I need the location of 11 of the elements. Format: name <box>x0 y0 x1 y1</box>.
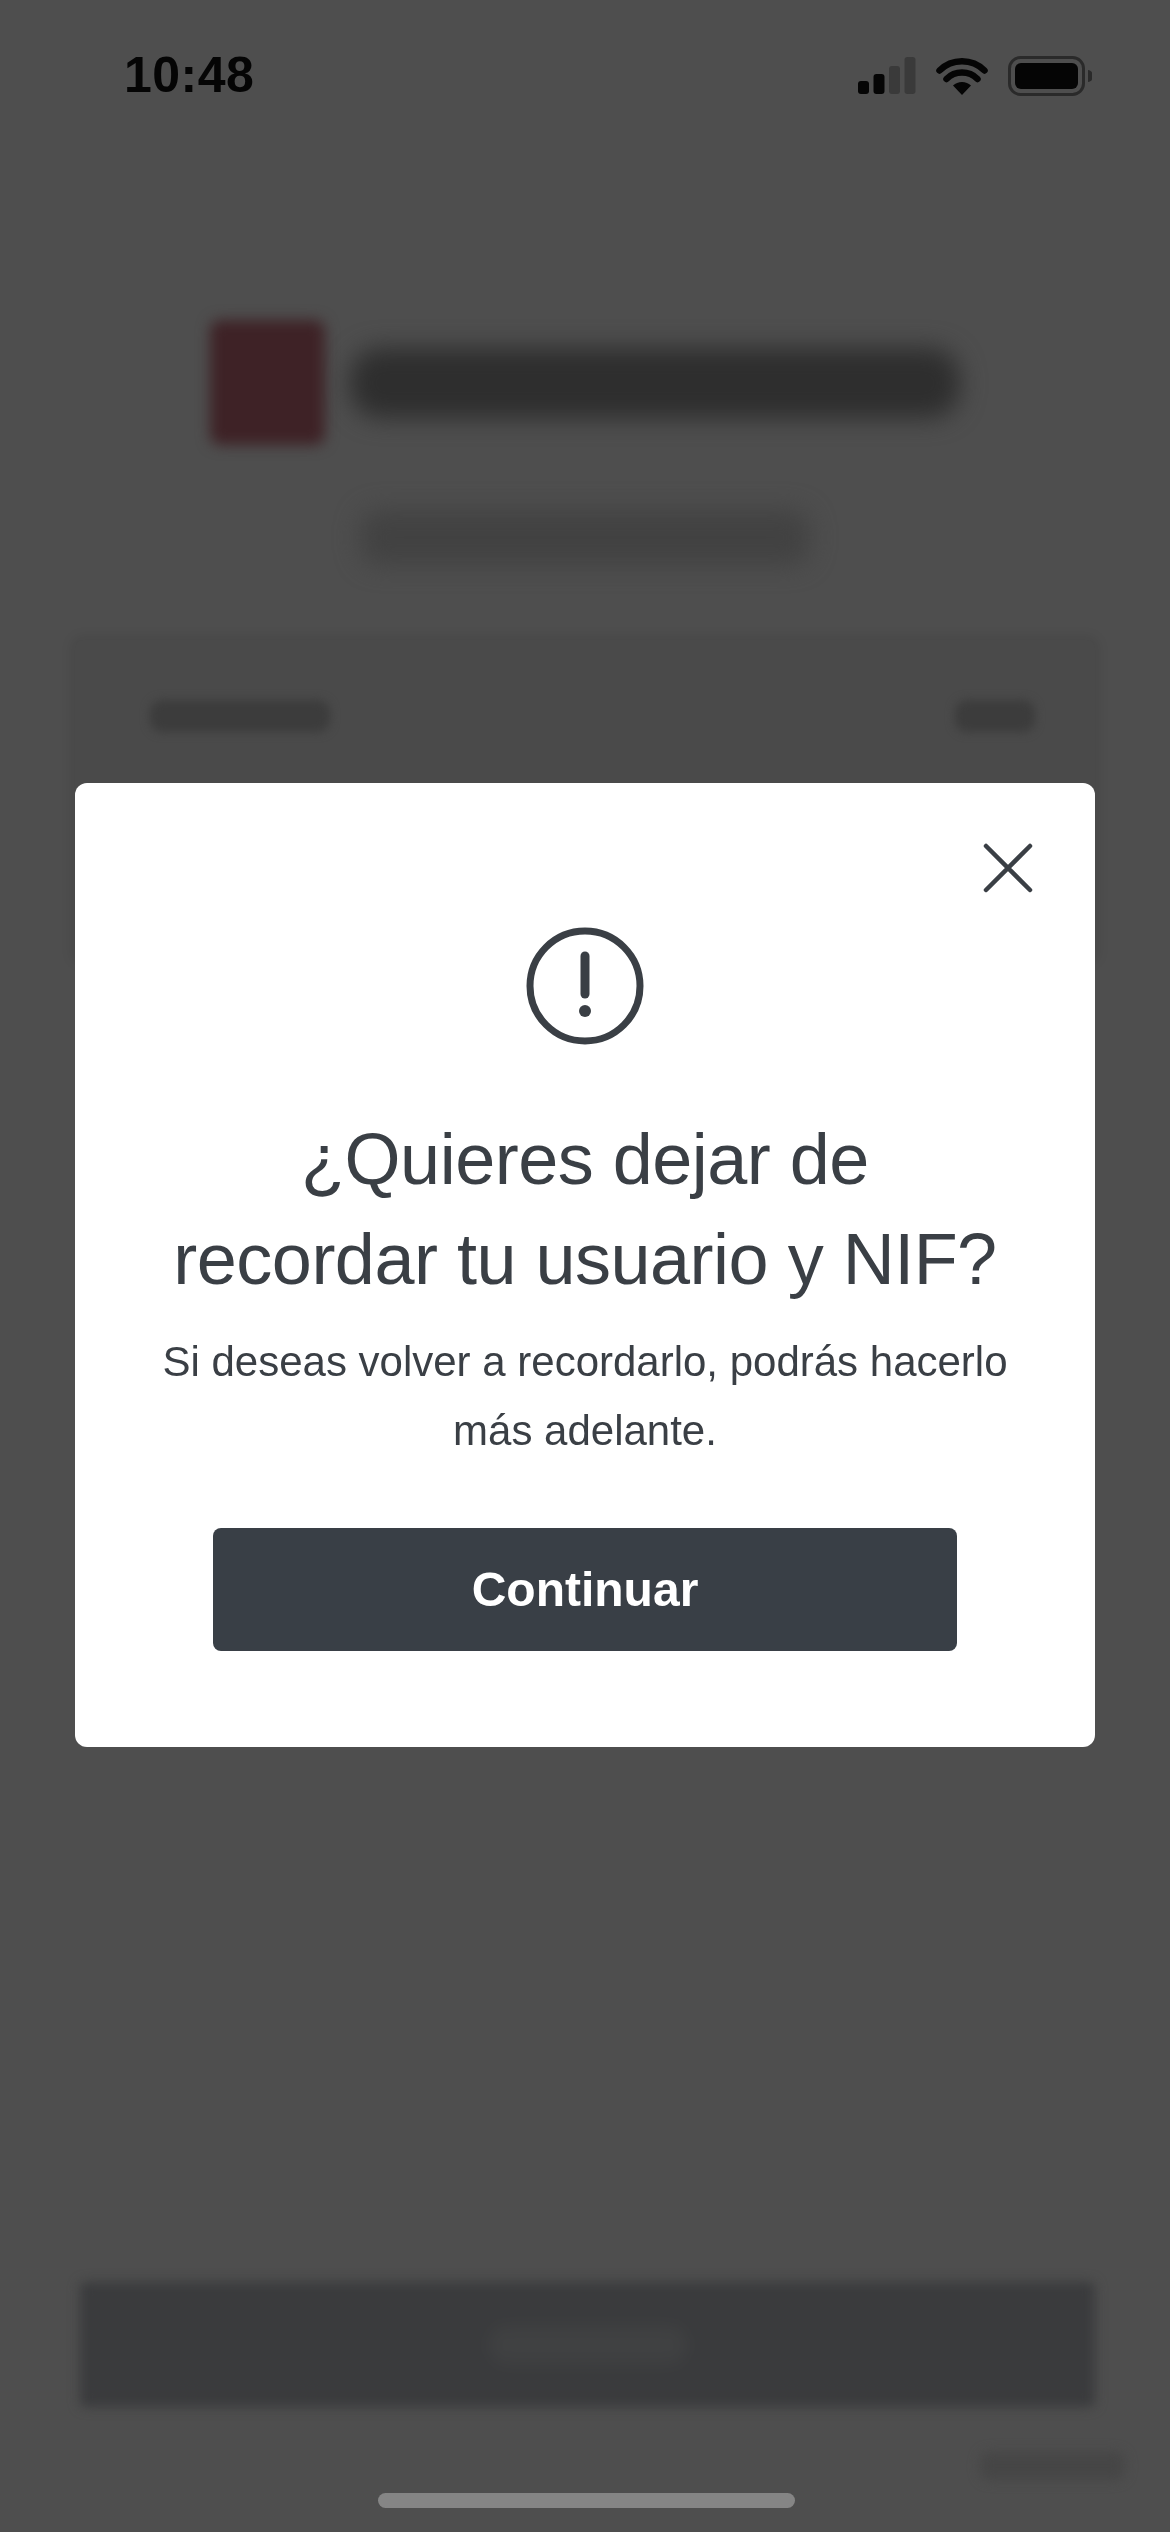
signal-icon <box>858 57 916 94</box>
continue-button[interactable]: Continuar <box>213 1528 957 1651</box>
alert-icon <box>526 927 644 1045</box>
dialog-title: ¿Quieres dejar de recordar tu usuario y NIF? <box>173 1118 997 1301</box>
close-button[interactable] <box>983 843 1033 893</box>
status-time: 10:48 <box>124 45 255 104</box>
dialog-message: Si deseas volver a recordarlo, podrás hacerlo más adelante. <box>162 1337 1008 1456</box>
battery-icon <box>1008 55 1092 96</box>
close-icon <box>983 843 1033 893</box>
home-indicator[interactable] <box>378 2493 795 2508</box>
wifi-icon <box>936 56 988 95</box>
